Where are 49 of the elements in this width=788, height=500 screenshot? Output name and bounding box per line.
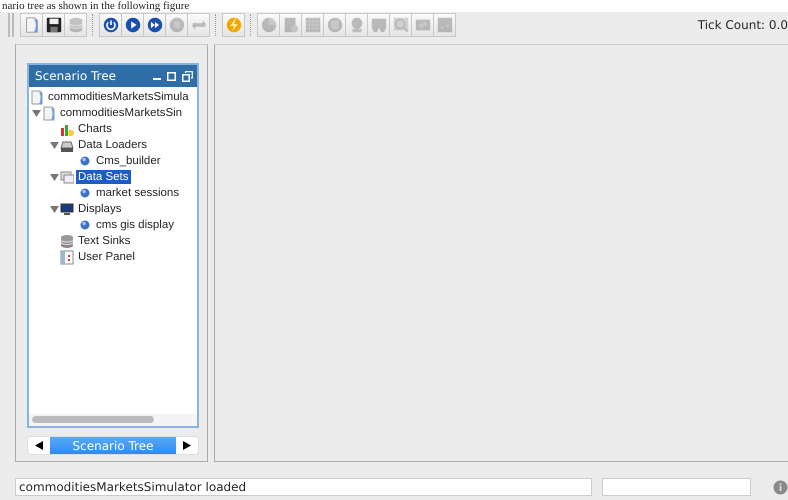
document-caption: nario tree as shown in the following figure bbox=[2, 0, 190, 12]
save-button[interactable] bbox=[42, 13, 65, 37]
sphere-icon bbox=[78, 186, 92, 200]
panel-icon bbox=[60, 250, 74, 264]
status-message: commoditiesMarketsSimulator loaded bbox=[15, 478, 592, 496]
tree-item[interactable]: market sessions bbox=[94, 186, 182, 200]
sphere-icon bbox=[78, 154, 92, 168]
play-icon bbox=[124, 16, 142, 34]
power-button[interactable] bbox=[99, 13, 122, 37]
tree-item[interactable]: Displays bbox=[76, 202, 124, 216]
expanded-icon[interactable] bbox=[50, 205, 58, 213]
tree-item[interactable]: Text Sinks bbox=[76, 234, 132, 248]
toolbar-grip[interactable] bbox=[8, 13, 14, 37]
database-icon bbox=[66, 16, 84, 34]
expanded-icon[interactable] bbox=[50, 141, 58, 149]
fast-forward-button[interactable] bbox=[143, 13, 166, 37]
power-icon bbox=[102, 16, 120, 34]
lightning-icon bbox=[224, 16, 242, 34]
tree-item[interactable]: Data Loaders bbox=[76, 138, 150, 152]
tree-item[interactable]: Charts bbox=[76, 122, 114, 136]
windows-icon bbox=[60, 170, 74, 184]
document-icon bbox=[42, 106, 56, 120]
sphere-icon bbox=[78, 218, 92, 232]
tree-item[interactable]: cms gis display bbox=[94, 218, 176, 232]
board-icon bbox=[436, 16, 454, 34]
tree-item[interactable]: Data Sets bbox=[76, 170, 130, 184]
panel-title: Scenario Tree bbox=[35, 68, 117, 85]
grid-icon bbox=[304, 16, 322, 34]
maximize-icon[interactable] bbox=[167, 72, 176, 80]
play-button[interactable] bbox=[121, 13, 144, 37]
tick-count: Tick Count: 0.0 bbox=[698, 17, 788, 34]
lightning-button[interactable] bbox=[222, 13, 245, 37]
expanded-icon[interactable] bbox=[50, 173, 58, 181]
database-icon bbox=[60, 234, 74, 248]
magnifier-icon bbox=[392, 16, 410, 34]
save-icon bbox=[44, 16, 62, 34]
fast-forward-icon bbox=[146, 16, 164, 34]
document-icon bbox=[30, 90, 44, 104]
monitor-icon bbox=[60, 202, 74, 216]
horizontal-scrollbar[interactable] bbox=[29, 414, 197, 426]
tree-item[interactable]: User Panel bbox=[76, 250, 137, 264]
stop-icon bbox=[168, 16, 186, 34]
tree-item[interactable]: Cms_builder bbox=[94, 154, 163, 168]
tree-item[interactable]: commoditiesMarketsSin bbox=[58, 106, 184, 120]
info-icon[interactable] bbox=[773, 480, 788, 494]
restore-icon[interactable] bbox=[182, 70, 193, 82]
pie-chart-icon bbox=[260, 16, 278, 34]
expanded-icon[interactable] bbox=[32, 109, 40, 117]
tree-item[interactable]: commoditiesMarketsSimula bbox=[46, 90, 191, 104]
